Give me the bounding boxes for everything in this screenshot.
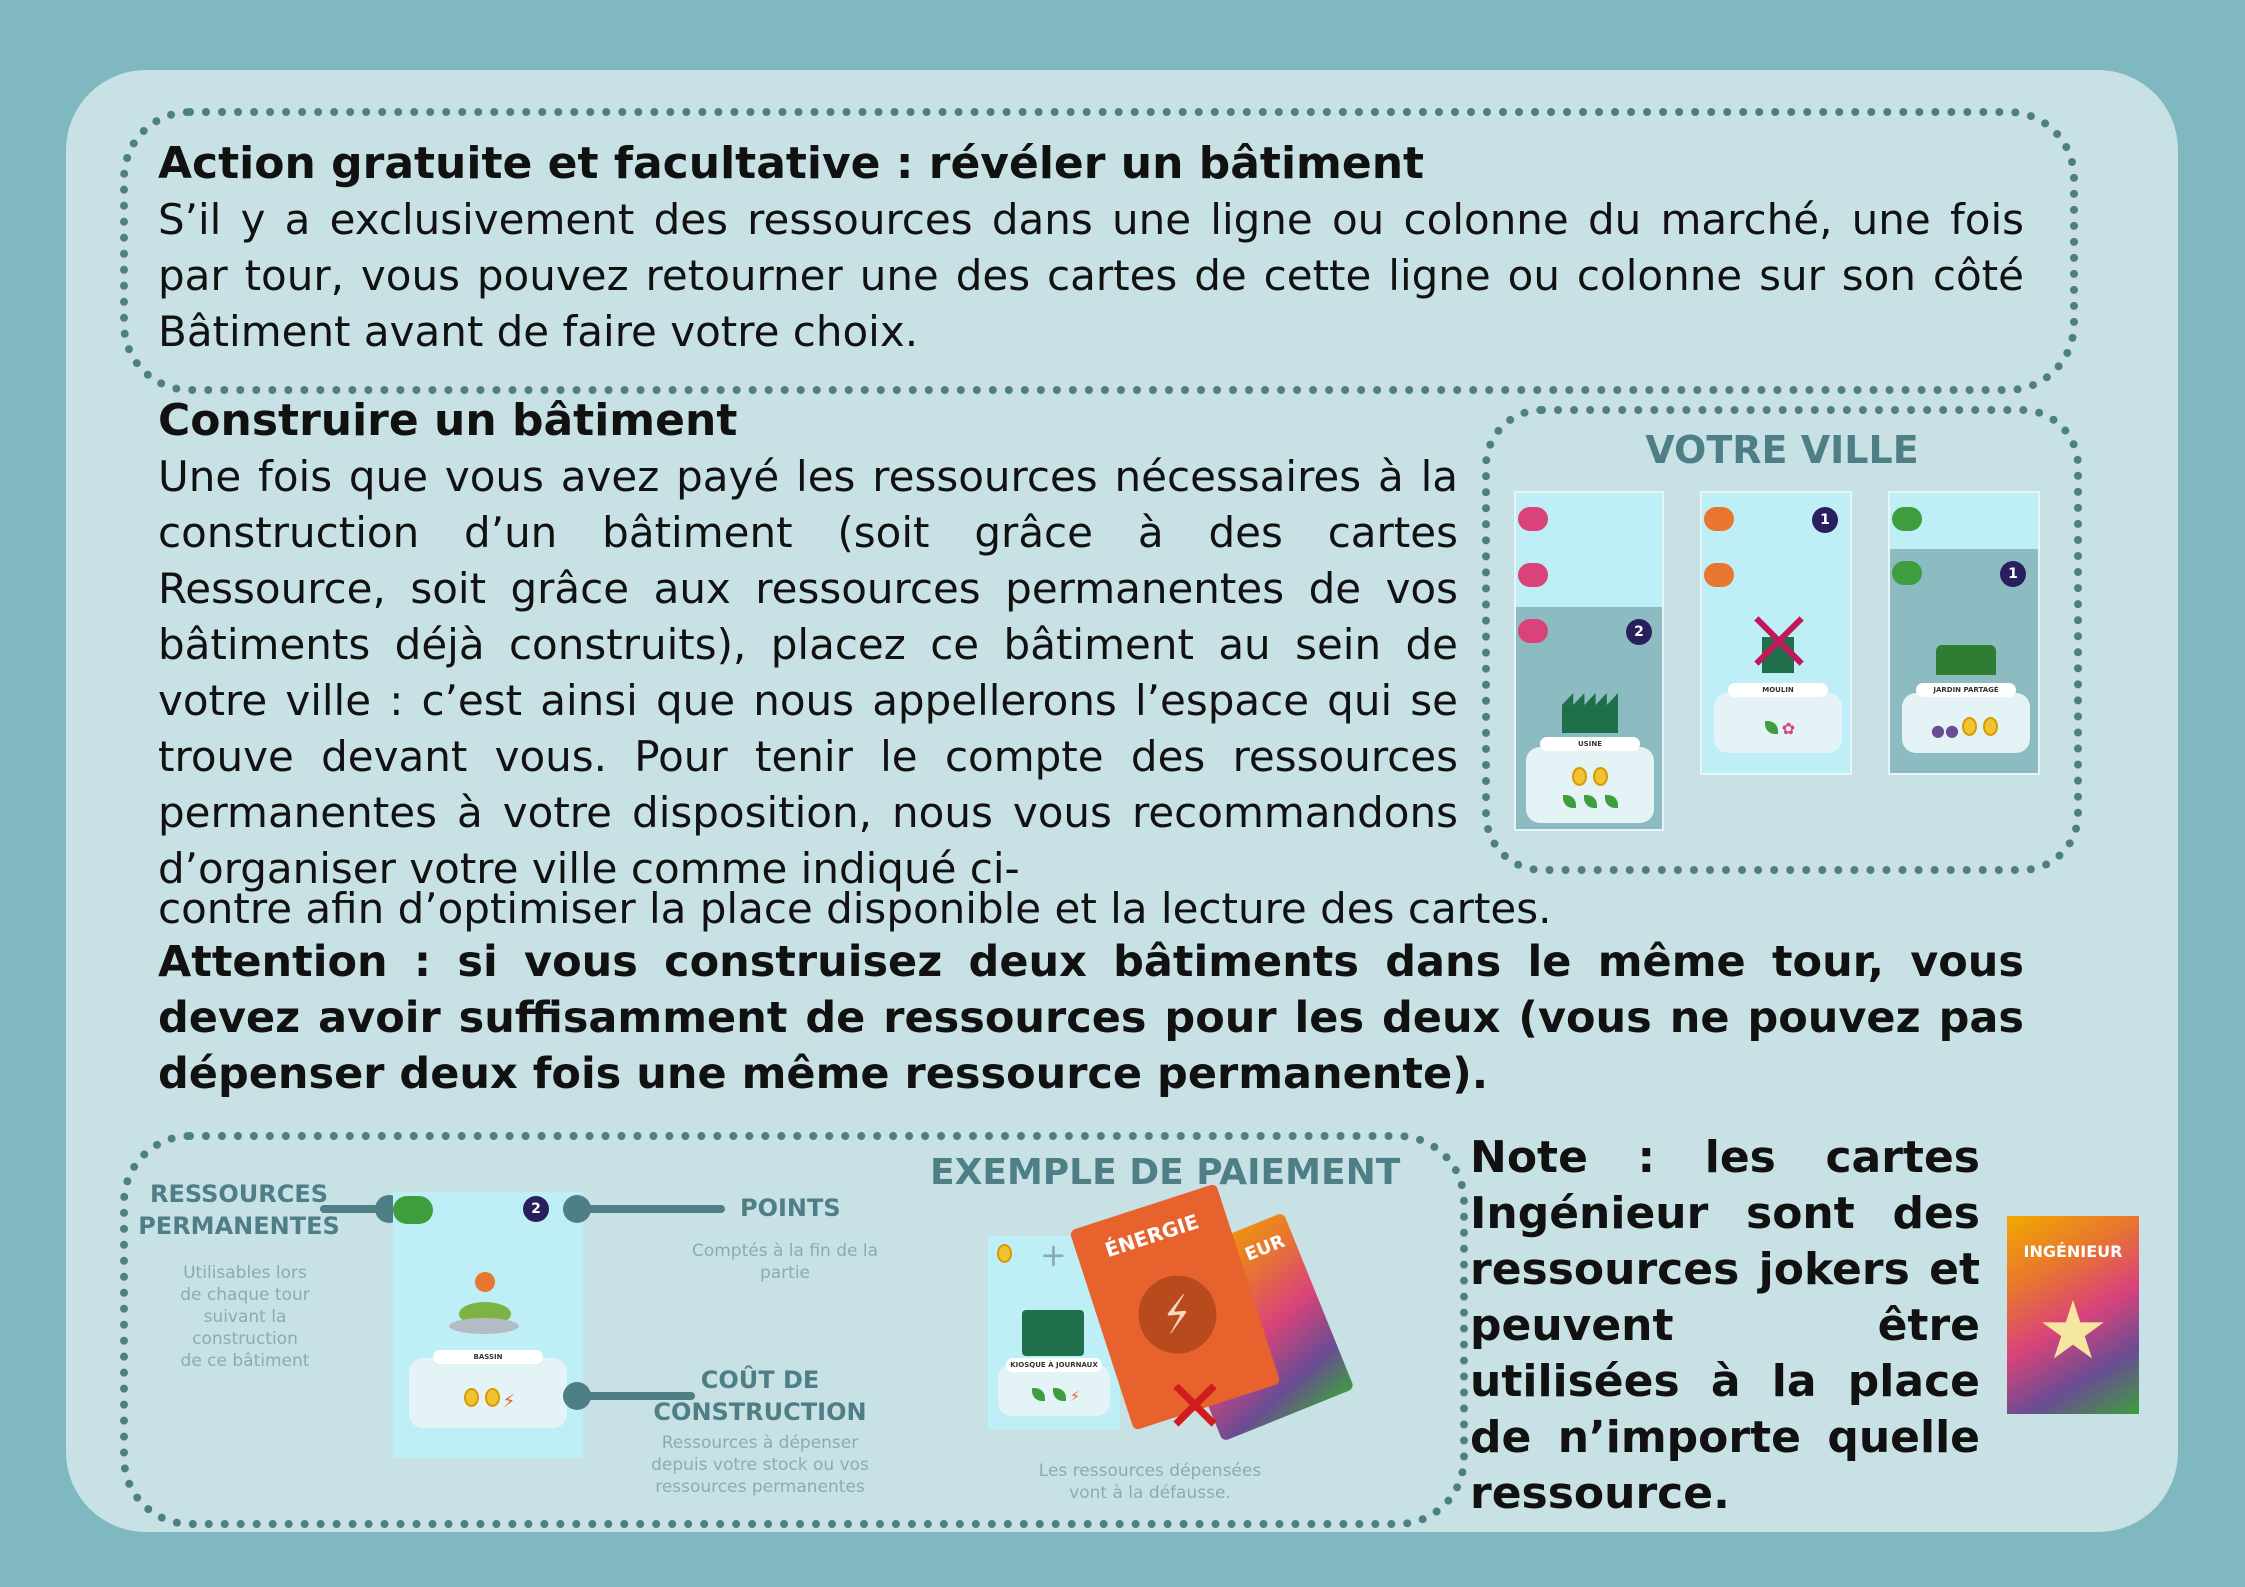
- points-badge: 1: [1812, 507, 1838, 533]
- coin-icon: [484, 1388, 500, 1407]
- cost-row: ●●: [1902, 717, 2030, 740]
- coin-icon: [1593, 767, 1608, 786]
- cost-label: COÛT DE CONSTRUCTION: [653, 1366, 867, 1426]
- note-text: Note : les cartes Ingénieur sont des res…: [1470, 1132, 1980, 1519]
- spent-note: Les ressources dépensées vont à la défau…: [1038, 1461, 1262, 1503]
- lightning-icon: ⚡: [1128, 1265, 1227, 1364]
- build-body: Une fois que vous avez payé les ressourc…: [158, 452, 1458, 893]
- build-warning: Attention : si vous construisez deux bât…: [158, 937, 2024, 1099]
- person-icon: ●●: [1931, 721, 1959, 740]
- cost-connector-dot: [563, 1382, 591, 1410]
- resource-pill-icon: [1704, 563, 1734, 587]
- card-plate: BASSIN ⚡: [409, 1350, 567, 1428]
- points-badge: 1: [2000, 561, 2026, 587]
- cost-row: [1526, 793, 1654, 812]
- card-plate: MOULIN ✿: [1714, 683, 1842, 753]
- lightning-icon: ⚡: [1070, 1389, 1080, 1405]
- build-title: Construire un bâtiment: [158, 395, 738, 446]
- ingenieur-card: INGÉNIEUR ★: [2007, 1216, 2139, 1414]
- resource-pill-icon: [1892, 561, 1922, 585]
- leaf-icon: [1764, 721, 1778, 734]
- coin-icon: [1961, 717, 1977, 736]
- card-plate: USINE: [1526, 737, 1654, 823]
- cost-row: ⚡: [998, 1386, 1110, 1405]
- perm-desc: Utilisables lors de chaque tour suivant …: [180, 1263, 310, 1371]
- card-name: BASSIN: [433, 1350, 543, 1364]
- card-body: 1 JARDIN PARTAGÉ ●●: [1890, 549, 2038, 773]
- coin-icon: [463, 1388, 479, 1407]
- city-card-usine: 2 USINE: [1514, 491, 1664, 831]
- lightning-icon: ⚡: [502, 1391, 516, 1412]
- kiosk-icon: [1022, 1310, 1084, 1356]
- city-card-moulin: 1 MOULIN ✿: [1700, 491, 1852, 775]
- star-icon: ★: [2037, 1284, 2109, 1377]
- example-title: EXEMPLE DE PAIEMENT: [930, 1152, 1401, 1193]
- card-name: JARDIN PARTAGÉ: [1916, 683, 2016, 697]
- factory-icon: [1562, 693, 1618, 733]
- discard-cross-icon: ✕: [1164, 1364, 1227, 1450]
- windmill-icon: [1748, 613, 1808, 673]
- free-action-title: Action gratuite et facultative : révéler…: [158, 138, 1425, 189]
- build-body-tail: contre afin d’optimiser la place disponi…: [158, 884, 1552, 933]
- card-plate: KIOSQUE À JOURNAUX ⚡: [998, 1358, 1110, 1416]
- cost-desc: Ressources à dépenser depuis votre stock…: [651, 1433, 869, 1497]
- points-label: POINTS: [740, 1194, 841, 1222]
- card-name: MOULIN: [1728, 683, 1828, 697]
- cost-row: [1526, 767, 1654, 790]
- card-name: USINE: [1540, 737, 1640, 751]
- coin-icon: [1982, 717, 1998, 736]
- card-body: 2 USINE: [1516, 607, 1662, 829]
- resource-pill-icon: [1704, 507, 1734, 531]
- leaf-icon: [1583, 795, 1597, 808]
- plus-sign: +: [1040, 1236, 1067, 1274]
- leaf-icon: [1604, 795, 1618, 808]
- free-action-body: S’il y a exclusivement des ressources da…: [158, 195, 2024, 356]
- note-section: Note : les cartes Ingénieur sont des res…: [1470, 1130, 1980, 1522]
- cost-row: ✿: [1714, 719, 1842, 738]
- city-card-jardin: 1 JARDIN PARTAGÉ ●●: [1888, 491, 2040, 775]
- points-connector-dot: [563, 1195, 591, 1223]
- resource-pill-icon: [1518, 563, 1548, 587]
- rainbow-card-label: EUR: [1242, 1230, 1288, 1266]
- points-badge: 2: [523, 1196, 549, 1222]
- ingenieur-card-label: INGÉNIEUR: [2023, 1242, 2123, 1261]
- resource-pill-icon: [1518, 619, 1548, 643]
- resource-pill-icon: [393, 1196, 433, 1224]
- coin-icon: [1572, 767, 1587, 786]
- card-name: KIOSQUE À JOURNAUX: [1006, 1358, 1102, 1372]
- resource-pill-icon: [1518, 507, 1548, 531]
- resource-pill-icon: [1892, 507, 1922, 531]
- build-continuation: contre afin d’optimiser la place disponi…: [158, 884, 2024, 1102]
- garden-icon: [1936, 645, 1996, 675]
- points-desc: Comptés à la fin de la partie: [691, 1241, 879, 1283]
- free-action-section: Action gratuite et facultative : révéler…: [158, 136, 2024, 360]
- points-badge: 2: [1626, 619, 1652, 645]
- pond-plant-icon: [449, 1272, 519, 1336]
- coin-icon: [997, 1244, 1012, 1263]
- cost-row: ⚡: [409, 1388, 567, 1412]
- leaf-icon: [1032, 1388, 1046, 1401]
- card-plate: JARDIN PARTAGÉ ●●: [1902, 683, 2030, 753]
- leaf-icon: [1053, 1388, 1067, 1401]
- points-connector: [575, 1205, 725, 1213]
- perm-label: RESSOURCES PERMANENTES: [138, 1180, 340, 1240]
- leaf-icon: [1562, 795, 1576, 808]
- example-card-bassin: 2 BASSIN ⚡: [393, 1192, 583, 1458]
- city-title: VOTRE VILLE: [1645, 428, 1919, 472]
- gear-icon: ✿: [1781, 719, 1796, 738]
- build-section: Construire un bâtiment Une fois que vous…: [158, 393, 1458, 897]
